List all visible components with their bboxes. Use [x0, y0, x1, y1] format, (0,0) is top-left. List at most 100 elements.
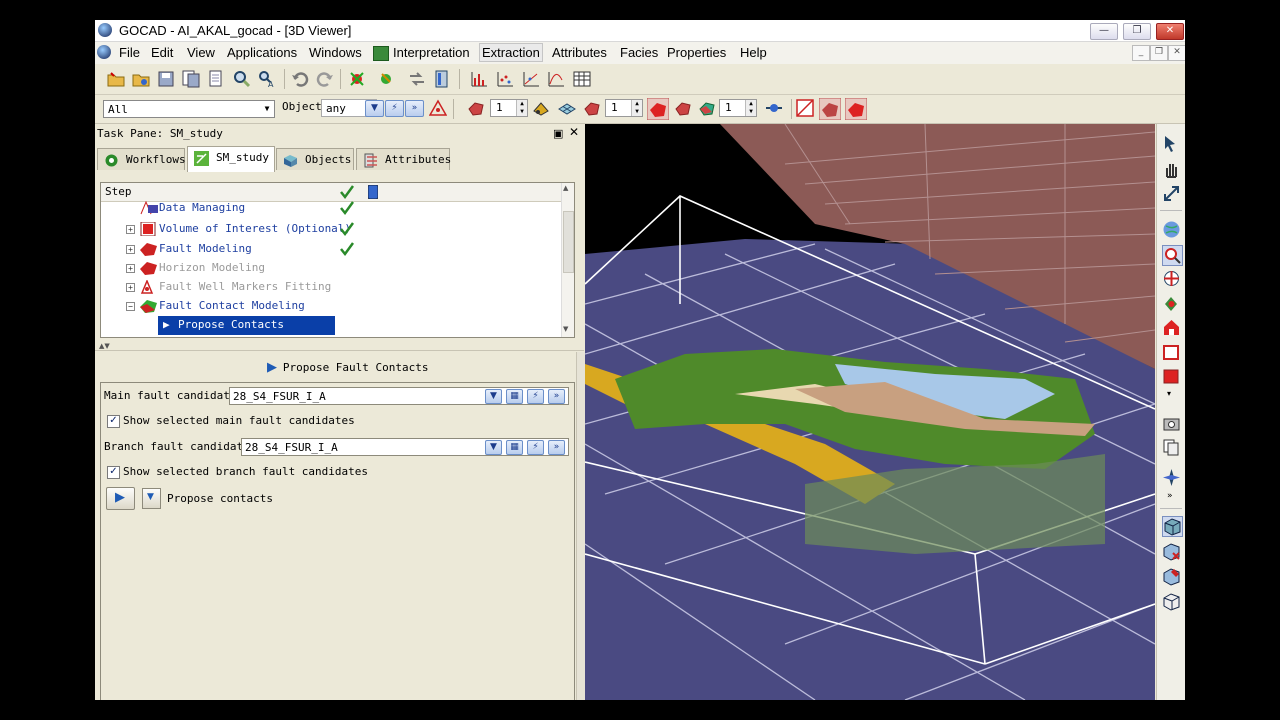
copy-icon[interactable] [1162, 438, 1181, 457]
main-fault-select-button[interactable]: ▦ [506, 389, 523, 404]
save-icon[interactable] [157, 70, 175, 88]
show-main-checkbox[interactable]: ✓ [107, 415, 120, 428]
splitter[interactable] [95, 350, 584, 353]
open-folder-icon[interactable] [107, 70, 125, 88]
object-pick-button[interactable]: ⚡ [385, 100, 404, 117]
menu-windows[interactable]: Windows [307, 45, 364, 60]
spin-2-input[interactable]: 1 ▲ ▼ [605, 99, 643, 117]
expand-icon[interactable]: + [126, 264, 135, 273]
more-tools-icon[interactable]: ▾ [1167, 389, 1171, 398]
fault-contact-2-icon[interactable] [845, 98, 867, 120]
branch-fault-dropdown-button[interactable]: ▼ [485, 440, 502, 455]
find-object-icon[interactable]: A [258, 70, 276, 88]
spin-3-input[interactable]: 1 ▲ ▼ [719, 99, 757, 117]
select-pointer-icon[interactable] [1162, 134, 1181, 153]
branch-fault-more-button[interactable]: » [548, 440, 565, 455]
run-options-button[interactable]: ▼ [142, 488, 161, 509]
menu-file[interactable]: File [117, 45, 142, 60]
menu-properties[interactable]: Properties [665, 45, 728, 60]
menu-applications[interactable]: Applications [225, 45, 299, 60]
panel-toggle-icon[interactable] [433, 70, 451, 88]
menu-interpretation[interactable]: Interpretation [391, 45, 472, 60]
box-filled-icon[interactable] [1162, 366, 1181, 385]
chevron-double-down-icon[interactable]: » [1167, 491, 1173, 501]
expand-icon[interactable]: + [126, 283, 135, 292]
menu-extraction[interactable]: Extraction [479, 43, 543, 62]
scroll-down-icon[interactable]: ▼ [563, 325, 568, 333]
close-window-button[interactable]: ✕ [1156, 23, 1184, 40]
fault-red-active-icon[interactable] [647, 98, 669, 120]
tree-scrollbar[interactable]: ▲ ▼ [561, 183, 574, 337]
tab-objects[interactable]: Objects [276, 148, 354, 170]
menu-help[interactable]: Help [738, 45, 769, 60]
tree-row-data-managing[interactable]: Data Managing [101, 199, 562, 217]
branch-fault-select-button[interactable]: ▦ [506, 440, 523, 455]
curve-plot-icon[interactable] [547, 70, 565, 88]
menu-facies[interactable]: Facies [618, 45, 660, 60]
object-dropdown-button[interactable]: ▼ [365, 100, 384, 117]
home-view-icon[interactable] [1162, 318, 1181, 337]
tab-attributes[interactable]: Attributes [356, 148, 451, 170]
navigate-icon[interactable] [1162, 468, 1181, 487]
run-button[interactable]: ▶ [106, 487, 135, 510]
fault-contact-icon[interactable] [819, 98, 841, 120]
main-fault-pick-button[interactable]: ⚡ [527, 389, 544, 404]
tree-row-fault-modeling[interactable]: + Fault Modeling [101, 240, 562, 258]
tree-row-propose-contacts[interactable]: ▶ Propose Contacts [101, 316, 562, 335]
graph-object-icon[interactable] [378, 70, 396, 88]
3d-viewer[interactable] [585, 124, 1155, 700]
spin-arrows-icon[interactable]: ▲ ▼ [631, 100, 642, 116]
mdi-close-button[interactable]: ✕ [1168, 45, 1185, 61]
horizon-yellow-icon[interactable] [532, 99, 550, 117]
tab-sm-study[interactable]: SM_study [187, 146, 275, 172]
perspective-cube-icon[interactable] [1162, 516, 1183, 537]
mdi-minimize-button[interactable]: _ [1132, 45, 1150, 61]
section-cut-icon[interactable] [796, 99, 814, 117]
tree-row-fault-well-markers[interactable]: + Fault Well Markers Fitting [101, 278, 562, 296]
cube-edit-icon[interactable] [1162, 567, 1181, 586]
spreadsheet-icon[interactable] [573, 70, 591, 88]
close-pane-icon[interactable]: ✕ [569, 125, 579, 139]
pan-hand-icon[interactable] [1162, 160, 1181, 179]
regression-plot-icon[interactable] [522, 70, 540, 88]
restore-button[interactable]: ❐ [1123, 23, 1151, 40]
document-icon[interactable] [207, 70, 225, 88]
expand-icon[interactable]: + [126, 225, 135, 234]
tree-row-fault-contact-modeling[interactable]: − Fault Contact Modeling [101, 297, 562, 315]
transfer-icon[interactable] [408, 70, 426, 88]
minimize-button[interactable]: — [1090, 23, 1118, 40]
form-scrollbar[interactable] [576, 352, 585, 700]
tree-row-volume-of-interest[interactable]: + Volume of Interest (Optional) [101, 220, 562, 238]
branch-fault-pick-button[interactable]: ⚡ [527, 440, 544, 455]
surface-red-2-icon[interactable] [583, 99, 601, 117]
main-fault-more-button[interactable]: » [548, 389, 565, 404]
spin-1-input[interactable]: 1 ▲ ▼ [490, 99, 528, 117]
menu-attributes[interactable]: Attributes [550, 45, 609, 60]
snapshot-icon[interactable] [1162, 414, 1181, 433]
surface-red-icon[interactable] [467, 99, 485, 117]
scrollbar-thumb[interactable] [563, 211, 574, 273]
splitter-arrows-icon[interactable]: ▲▼ [99, 342, 110, 350]
axis-icon[interactable] [765, 99, 783, 117]
globe-icon[interactable] [1162, 220, 1181, 239]
box-outline-icon[interactable] [1162, 342, 1181, 361]
undo-icon[interactable] [291, 70, 309, 88]
spin-arrows-icon[interactable]: ▲ ▼ [516, 100, 527, 116]
cube-delete-icon[interactable] [1162, 542, 1181, 561]
compass-icon[interactable] [1162, 269, 1181, 288]
menu-view[interactable]: View [185, 45, 217, 60]
wireframe-cube-icon[interactable] [1162, 592, 1181, 611]
open-project-icon[interactable] [132, 70, 150, 88]
histogram-icon[interactable] [470, 70, 488, 88]
tab-workflows[interactable]: Workflows [97, 148, 186, 170]
grid-surface-icon[interactable] [558, 99, 576, 117]
main-fault-dropdown-button[interactable]: ▼ [485, 389, 502, 404]
clean-icon[interactable] [349, 70, 367, 88]
move-axis-icon[interactable] [1162, 184, 1181, 203]
float-pane-icon[interactable]: ▣ [553, 127, 563, 140]
mdi-restore-button[interactable]: ❐ [1150, 45, 1168, 61]
camera-icon[interactable] [1162, 294, 1181, 313]
menu-edit[interactable]: Edit [149, 45, 175, 60]
object-filter-select[interactable]: All ▼ [103, 100, 275, 118]
scroll-up-icon[interactable]: ▲ [563, 184, 568, 192]
